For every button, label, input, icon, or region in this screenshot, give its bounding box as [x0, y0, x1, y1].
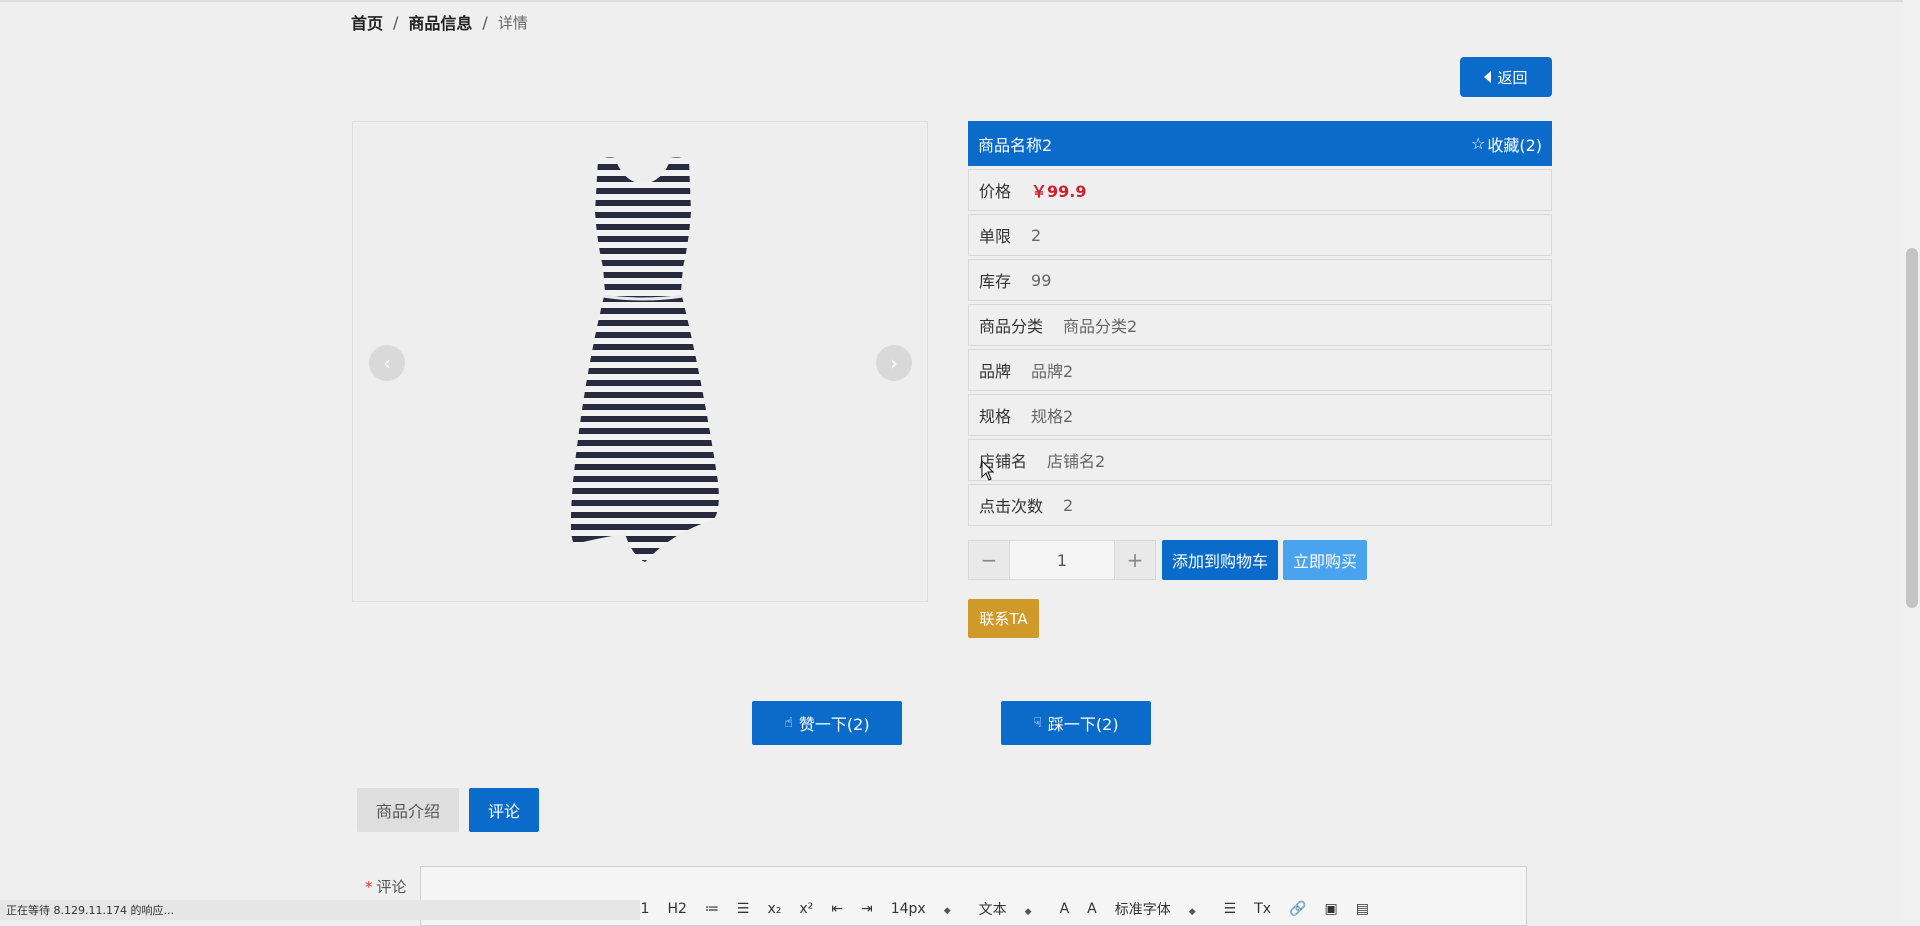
select-caret-icon: ◆ — [1188, 907, 1196, 917]
detail-row-category: 商品分类 商品分类2 — [968, 304, 1552, 346]
required-mark: * — [365, 878, 373, 896]
back-button[interactable]: 返回 — [1460, 57, 1552, 97]
breadcrumb-current: 详情 — [497, 13, 528, 32]
back-arrow-icon — [1484, 71, 1492, 83]
outdent-icon[interactable]: ⇤ — [831, 901, 843, 917]
detail-value: 规格2 — [1031, 407, 1074, 426]
product-image-carousel: ‹ › — [352, 121, 928, 602]
heading2-button[interactable]: H2 — [667, 901, 686, 917]
superscript-button[interactable]: x² — [799, 901, 813, 917]
align-icon[interactable]: ☰ — [1224, 901, 1237, 917]
detail-value: 2 — [1063, 495, 1074, 515]
product-image — [570, 157, 719, 562]
detail-row-price: 价格 ￥99.9 — [968, 169, 1552, 211]
detail-label: 品牌 — [979, 362, 1012, 381]
indent-icon[interactable]: ⇥ — [861, 901, 873, 917]
quantity-input[interactable]: 1 — [1009, 541, 1115, 579]
detail-row-brand: 品牌 品牌2 — [968, 349, 1552, 391]
select-caret-icon: ◆ — [943, 906, 951, 916]
comment-label-text: 评论 — [376, 878, 407, 896]
breadcrumb: 首页 / 商品信息 / 详情 — [351, 10, 528, 34]
product-details: 商品名称2 ☆ 收藏(2) 价格 ￥99.9 单限 2 库存 99 商品分类 商… — [968, 121, 1552, 526]
detail-row-stock: 库存 99 — [968, 259, 1552, 301]
font-family-value: 标准字体 — [1114, 902, 1171, 918]
carousel-next-button[interactable]: › — [876, 345, 912, 381]
detail-label: 价格 — [979, 182, 1012, 201]
editor-toolbar: H1 H2 ≔ ☰ x₂ x² ⇤ ⇥ 14px◆ 文本◆ A A 标准字体◆ … — [630, 898, 1387, 920]
detail-tabs: 商品介绍 评论 — [357, 788, 540, 832]
video-icon[interactable]: ▤ — [1356, 901, 1369, 917]
breadcrumb-home[interactable]: 首页 — [351, 10, 383, 34]
star-outline-icon: ☆ — [1470, 134, 1486, 153]
image-icon[interactable]: ▣ — [1324, 901, 1337, 917]
tab-comments[interactable]: 评论 — [469, 788, 540, 832]
detail-label: 点击次数 — [979, 497, 1044, 516]
dislike-label: 踩一下(2) — [1047, 715, 1119, 734]
price-value: ￥99.9 — [1031, 182, 1087, 201]
detail-row-shop: 店铺名 店铺名2 — [968, 439, 1552, 481]
font-size-select[interactable]: 14px ◆ — [891, 901, 951, 917]
font-family-select[interactable]: 标准字体 ◆ — [1115, 899, 1196, 919]
mouse-cursor-icon — [981, 460, 995, 481]
ordered-list-icon[interactable]: ≔ — [705, 901, 719, 917]
like-button[interactable]: ☝ 赞一下(2) — [752, 701, 902, 745]
text-type-select[interactable]: 文本 ◆ — [979, 899, 1032, 919]
detail-label: 商品分类 — [979, 317, 1044, 336]
breadcrumb-separator: / — [393, 12, 399, 32]
dislike-button[interactable]: ☟ 踩一下(2) — [1001, 701, 1151, 745]
quantity-increase-button[interactable]: + — [1115, 541, 1155, 579]
favorite-label: 收藏(2) — [1487, 135, 1542, 155]
detail-value: 2 — [1031, 225, 1042, 245]
browser-status-bar: 正在等待 8.129.11.174 的响应... — [0, 900, 640, 920]
scrollbar-thumb[interactable] — [1906, 248, 1918, 608]
tab-product-intro[interactable]: 商品介绍 — [357, 788, 460, 832]
contact-button[interactable]: 联系TA — [968, 599, 1039, 638]
detail-value: 店铺名2 — [1047, 452, 1106, 471]
detail-row-clicks: 点击次数 2 — [968, 484, 1552, 526]
detail-label: 规格 — [979, 407, 1012, 426]
product-name: 商品名称2 — [978, 135, 1053, 155]
detail-row-limit: 单限 2 — [968, 214, 1552, 256]
carousel-prev-button[interactable]: ‹ — [369, 345, 405, 381]
link-icon[interactable]: 🔗 — [1289, 901, 1306, 917]
background-color-icon[interactable]: A — [1087, 901, 1097, 917]
chevron-right-icon: › — [890, 351, 898, 375]
detail-label: 单限 — [979, 227, 1012, 246]
select-caret-icon: ◆ — [1024, 907, 1032, 917]
page-scrollbar[interactable] — [1903, 0, 1920, 920]
detail-value: 99 — [1031, 270, 1052, 290]
add-to-cart-button[interactable]: 添加到购物车 — [1162, 540, 1279, 580]
bullet-list-icon[interactable]: ☰ — [737, 901, 750, 917]
quantity-decrease-button[interactable]: − — [969, 541, 1009, 579]
detail-value: 商品分类2 — [1063, 317, 1138, 336]
chevron-left-icon: ‹ — [383, 351, 391, 375]
breadcrumb-product-info[interactable]: 商品信息 — [408, 10, 472, 34]
purchase-actions: − 1 + 添加到购物车 立即购买 — [968, 540, 1368, 580]
quantity-stepper: − 1 + — [968, 540, 1156, 580]
buy-now-button[interactable]: 立即购买 — [1283, 540, 1368, 580]
detail-label: 库存 — [979, 272, 1012, 291]
breadcrumb-separator: / — [482, 12, 488, 32]
clear-format-icon[interactable]: Tx — [1254, 901, 1271, 917]
like-label: 赞一下(2) — [798, 715, 870, 734]
subscript-button[interactable]: x₂ — [767, 901, 781, 917]
thumbs-up-icon: ☝ — [784, 715, 793, 731]
thumbs-down-icon: ☟ — [1033, 715, 1042, 731]
font-size-value: 14px — [890, 901, 926, 917]
favorite-button[interactable]: ☆ 收藏(2) — [1471, 132, 1542, 156]
product-header: 商品名称2 ☆ 收藏(2) — [968, 121, 1552, 166]
top-divider — [0, 0, 1920, 2]
comment-label: * 评论 — [365, 876, 407, 897]
font-color-icon[interactable]: A — [1060, 901, 1070, 917]
back-button-label: 返回 — [1497, 68, 1528, 87]
text-type-value: 文本 — [978, 902, 1007, 918]
detail-value: 品牌2 — [1031, 362, 1074, 381]
status-text: 正在等待 8.129.11.174 的响应... — [6, 904, 174, 917]
detail-row-spec: 规格 规格2 — [968, 394, 1552, 436]
